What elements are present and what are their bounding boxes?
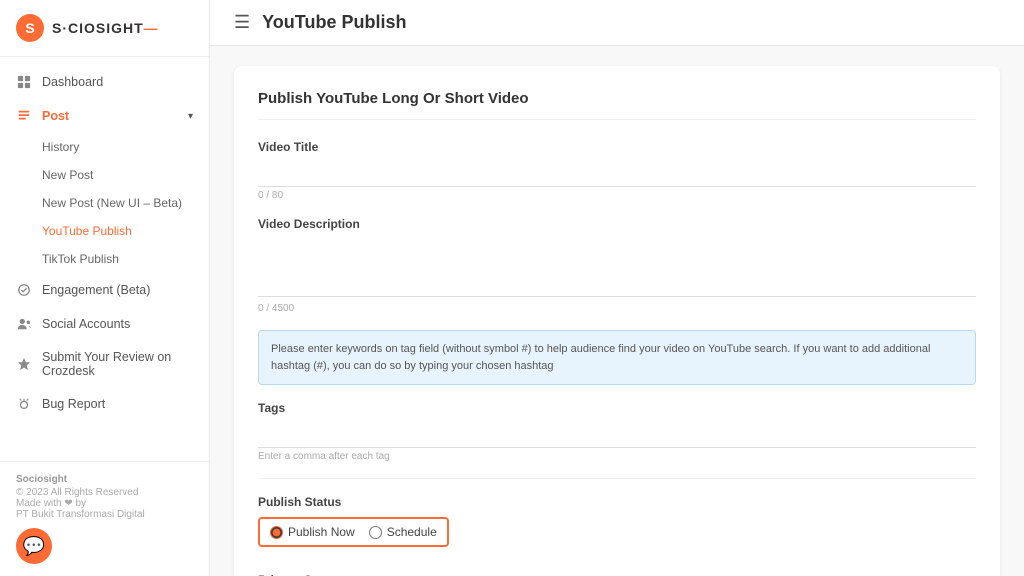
- video-title-char: 0 / 80: [258, 190, 976, 201]
- sidebar-child-new-post-beta[interactable]: New Post (New UI – Beta): [0, 189, 209, 217]
- tags-label: Tags: [258, 401, 976, 415]
- sidebar-item-engagement[interactable]: Engagement (Beta): [0, 273, 209, 307]
- logo-text: S·CIOSIGHT—: [52, 20, 159, 36]
- post-icon: [16, 108, 32, 124]
- publish-now-option[interactable]: Publish Now: [270, 525, 355, 539]
- sidebar-child-youtube-publish[interactable]: YouTube Publish: [0, 217, 209, 245]
- schedule-option[interactable]: Schedule: [369, 525, 437, 539]
- video-description-char: 0 / 4500: [258, 303, 976, 314]
- sidebar-child-history[interactable]: History: [0, 133, 209, 161]
- review-label: Submit Your Review on Crozdesk: [42, 350, 193, 378]
- sidebar-item-dashboard[interactable]: Dashboard: [0, 65, 209, 99]
- video-title-label: Video Title: [258, 140, 976, 154]
- chat-button[interactable]: 💬: [16, 528, 52, 564]
- dashboard-icon: [16, 74, 32, 90]
- content-area: Publish YouTube Long Or Short Video Vide…: [210, 46, 1024, 576]
- sidebar-item-post[interactable]: Post ▾: [0, 99, 209, 133]
- sidebar-child-new-post[interactable]: New Post: [0, 161, 209, 189]
- tags-group: Tags Enter a comma after each tag: [258, 401, 976, 462]
- divider-1: [258, 478, 976, 479]
- sidebar: S S·CIOSIGHT— Dashboard Post ▾ History N…: [0, 0, 210, 576]
- schedule-radio[interactable]: [369, 526, 382, 539]
- chevron-down-icon: ▾: [188, 111, 193, 122]
- card-title: Publish YouTube Long Or Short Video: [258, 90, 976, 120]
- sidebar-footer: Sociosight © 2023 All Rights Reserved Ma…: [0, 461, 209, 576]
- hamburger-icon[interactable]: ☰: [234, 12, 250, 33]
- bug-icon: [16, 396, 32, 412]
- page-title: YouTube Publish: [262, 12, 406, 33]
- sidebar-child-tiktok-publish[interactable]: TikTok Publish: [0, 245, 209, 273]
- sidebar-item-social-accounts[interactable]: Social Accounts: [0, 307, 209, 341]
- publish-now-radio[interactable]: [270, 526, 283, 539]
- post-section: Post ▾ History New Post New Post (New UI…: [0, 99, 209, 273]
- publish-card: Publish YouTube Long Or Short Video Vide…: [234, 66, 1000, 576]
- publish-status-label: Publish Status: [258, 495, 976, 509]
- info-box: Please enter keywords on tag field (with…: [258, 330, 976, 385]
- schedule-label: Schedule: [387, 525, 437, 539]
- video-description-group: Video Description 0 / 4500: [258, 217, 976, 314]
- footer-copy: © 2023 All Rights Reserved: [16, 487, 193, 498]
- topbar: ☰ YouTube Publish: [210, 0, 1024, 46]
- sidebar-item-review[interactable]: Submit Your Review on Crozdesk: [0, 341, 209, 387]
- sidebar-item-bug-report[interactable]: Bug Report: [0, 387, 209, 421]
- video-description-label: Video Description: [258, 217, 976, 231]
- post-children: History New Post New Post (New UI – Beta…: [0, 133, 209, 273]
- tags-hint: Enter a comma after each tag: [258, 451, 976, 462]
- star-icon: [16, 356, 32, 372]
- engagement-label: Engagement (Beta): [42, 283, 150, 297]
- video-title-input[interactable]: [258, 160, 976, 187]
- dashboard-label: Dashboard: [42, 75, 103, 89]
- social-accounts-label: Social Accounts: [42, 317, 130, 331]
- video-description-input[interactable]: [258, 237, 976, 297]
- bug-report-label: Bug Report: [42, 397, 105, 411]
- logo: S S·CIOSIGHT—: [0, 0, 209, 57]
- main-content: ☰ YouTube Publish Publish YouTube Long O…: [210, 0, 1024, 576]
- tags-input[interactable]: [258, 421, 976, 448]
- engagement-icon: [16, 282, 32, 298]
- post-label: Post: [42, 109, 69, 123]
- social-accounts-icon: [16, 316, 32, 332]
- publish-status-box: Publish Now Schedule: [258, 517, 449, 547]
- footer-brand: Sociosight: [16, 474, 193, 485]
- footer-company: PT Bukit Transformasi Digital: [16, 509, 193, 520]
- logo-icon: S: [16, 14, 44, 42]
- publish-status-group: Publish Status Publish Now Schedule: [258, 495, 976, 557]
- sidebar-navigation: Dashboard Post ▾ History New Post New Po…: [0, 57, 209, 461]
- video-title-group: Video Title 0 / 80: [258, 140, 976, 201]
- footer-made-with: Made with ❤ by: [16, 498, 193, 509]
- publish-now-label: Publish Now: [288, 525, 355, 539]
